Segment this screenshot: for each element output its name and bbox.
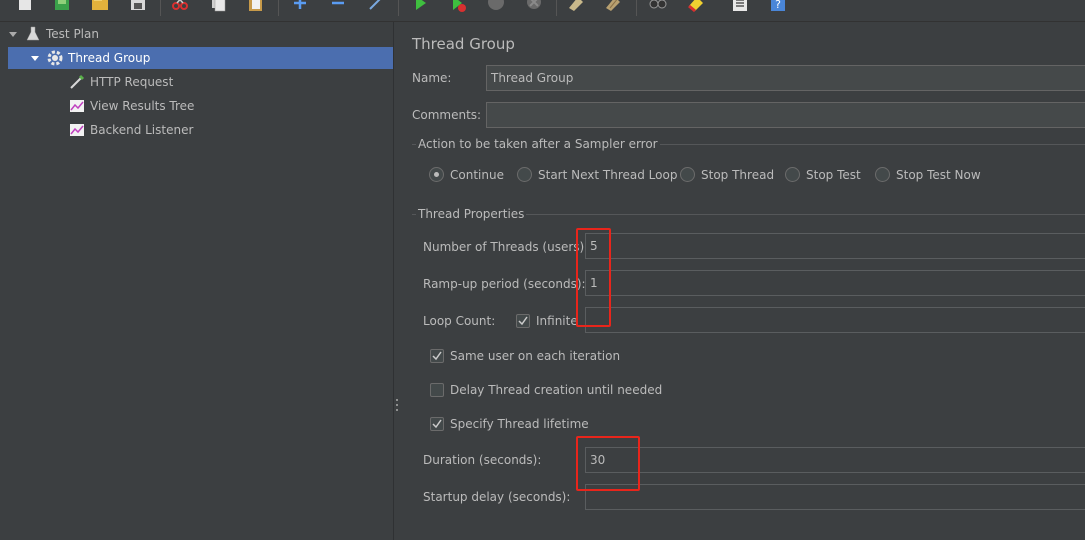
copy-icon[interactable] (208, 0, 228, 14)
svg-text:?: ? (775, 0, 781, 11)
checkmark-icon (430, 349, 444, 363)
stop-icon[interactable] (486, 0, 506, 14)
clear-all-icon[interactable] (604, 0, 624, 14)
duration-field[interactable]: 30 (585, 447, 1085, 473)
cut-icon[interactable] (170, 0, 190, 14)
toggle-icon[interactable] (366, 0, 386, 14)
radio-start-next-thread-loop[interactable]: Start Next Thread Loop (517, 167, 677, 182)
toolbar: ? (0, 0, 1085, 22)
shutdown-icon[interactable] (524, 0, 544, 14)
grip-dot (396, 409, 398, 411)
tree-item-label: Backend Listener (90, 123, 194, 137)
radio-stop-thread[interactable]: Stop Thread (680, 167, 774, 182)
reset-search-icon[interactable] (686, 0, 706, 14)
specify-lifetime-checkbox[interactable]: Specify Thread lifetime (430, 417, 589, 431)
chart-icon (68, 121, 86, 139)
radio-stop-test-now[interactable]: Stop Test Now (875, 167, 981, 182)
rampup-label: Ramp-up period (seconds): (423, 277, 586, 291)
startup-delay-field[interactable] (585, 484, 1085, 510)
collapse-icon[interactable] (328, 0, 348, 14)
checkbox-label: Specify Thread lifetime (450, 417, 589, 431)
pipette-icon (68, 73, 86, 91)
help-icon[interactable]: ? (768, 0, 788, 14)
infinite-checkbox[interactable]: Infinite (516, 314, 578, 328)
paste-icon[interactable] (246, 0, 266, 14)
radio-label: Stop Thread (701, 167, 775, 182)
checkbox-label: Delay Thread creation until needed (450, 383, 663, 397)
comments-field[interactable] (486, 102, 1085, 128)
radio-continue[interactable]: Continue (429, 167, 504, 182)
thread-properties-legend: Thread Properties (416, 207, 527, 221)
tree-item-label: HTTP Request (90, 75, 174, 89)
checkbox-label: Infinite (536, 314, 578, 328)
tree-item-http-request[interactable]: HTTP Request (68, 71, 368, 93)
tree-item-label: View Results Tree (90, 99, 195, 113)
comments-label: Comments: (412, 108, 482, 122)
radio-label: Stop Test (806, 167, 861, 182)
checkbox-label: Same user on each iteration (450, 349, 621, 363)
save-icon[interactable] (128, 0, 148, 14)
grip-dot (396, 404, 398, 406)
split-pane-divider[interactable] (393, 22, 401, 540)
tree-item-test-plan[interactable]: Test Plan (8, 23, 393, 45)
function-helper-icon[interactable] (730, 0, 750, 14)
search-icon[interactable] (648, 0, 668, 14)
panel-title: Thread Group (412, 35, 515, 53)
checkmark-icon (430, 417, 444, 431)
open-icon[interactable] (90, 0, 110, 14)
tree-item-backend-listener[interactable]: Backend Listener (68, 119, 368, 141)
radio-label: Stop Test Now (896, 167, 981, 182)
chevron-down-icon[interactable] (8, 29, 18, 39)
num-threads-field[interactable]: 5 (585, 233, 1085, 259)
delay-thread-creation-checkbox[interactable]: Delay Thread creation until needed (430, 383, 662, 397)
chevron-down-icon[interactable] (30, 53, 40, 63)
same-user-checkbox[interactable]: Same user on each iteration (430, 349, 620, 363)
tree-item-view-results-tree[interactable]: View Results Tree (68, 95, 368, 117)
sampler-error-legend: Action to be taken after a Sampler error (416, 137, 660, 151)
num-threads-label: Number of Threads (users): (423, 240, 589, 254)
grip-dot (396, 399, 398, 401)
tree-item-thread-group[interactable]: Thread Group (8, 47, 393, 69)
radio-label: Start Next Thread Loop (538, 167, 678, 182)
duration-label: Duration (seconds): (423, 453, 542, 467)
chart-icon (68, 97, 86, 115)
checkmark-icon (516, 314, 530, 328)
rampup-field[interactable]: 1 (585, 270, 1085, 296)
flask-icon (24, 25, 42, 43)
name-field[interactable]: Thread Group (486, 65, 1085, 91)
radio-label: Continue (450, 167, 504, 182)
new-icon[interactable] (15, 0, 35, 14)
name-label: Name: (412, 71, 452, 85)
clear-icon[interactable] (566, 0, 586, 14)
templates-icon[interactable] (52, 0, 72, 14)
loop-count-field[interactable] (585, 307, 1085, 333)
startup-delay-label: Startup delay (seconds): (423, 490, 571, 504)
expand-icon[interactable] (290, 0, 310, 14)
tree-item-label: Test Plan (46, 27, 99, 41)
loop-count-label: Loop Count: (423, 314, 496, 328)
tree-item-label: Thread Group (68, 51, 151, 65)
start-icon[interactable] (410, 0, 430, 14)
start-no-pause-icon[interactable] (448, 0, 468, 14)
gear-icon (46, 49, 64, 67)
radio-stop-test[interactable]: Stop Test (785, 167, 861, 182)
